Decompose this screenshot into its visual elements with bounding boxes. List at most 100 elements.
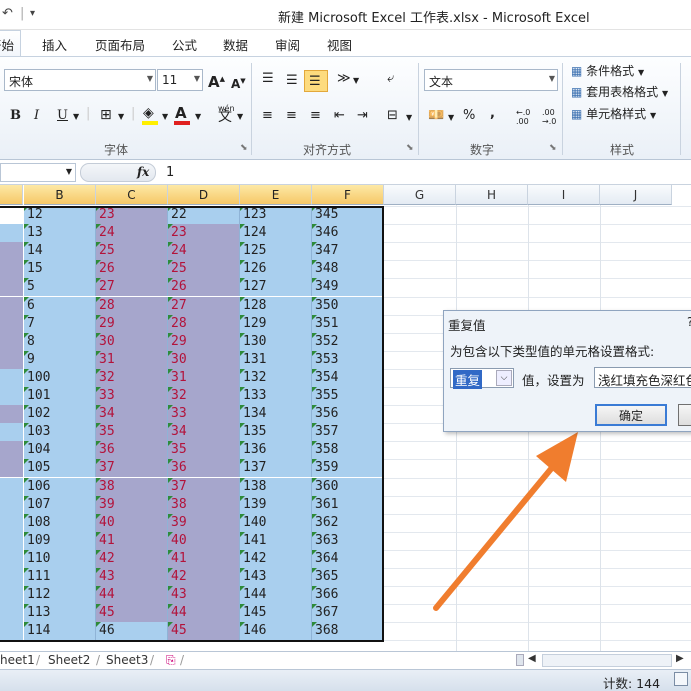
sheet-tab-3[interactable]: Sheet3 bbox=[106, 653, 148, 667]
borders-icon[interactable]: ⊞ bbox=[100, 106, 112, 124]
chevron-down-icon[interactable]: ▼ bbox=[448, 109, 454, 127]
column-header-h[interactable]: H bbox=[456, 185, 528, 205]
name-box[interactable]: ▼ bbox=[0, 163, 76, 182]
percent-button[interactable]: % bbox=[463, 107, 475, 125]
font-name-select[interactable]: 宋体 ▼ bbox=[4, 69, 156, 91]
qa-customize-icon[interactable]: ▾ bbox=[30, 8, 35, 19]
column-header-f[interactable]: F bbox=[312, 185, 384, 205]
tab-page-layout[interactable]: 页面布局 bbox=[95, 35, 145, 54]
horizontal-scrollbar[interactable] bbox=[542, 654, 672, 667]
cell-styles-button[interactable]: ▦ 单元格样式 ▼ bbox=[571, 105, 656, 125]
normal-view-icon[interactable] bbox=[674, 672, 688, 686]
insert-function-button[interactable]: fx bbox=[137, 165, 149, 179]
chevron-down-icon[interactable]: ▼ bbox=[406, 109, 412, 127]
cancel-button[interactable] bbox=[678, 404, 691, 426]
format-preset-select[interactable]: 浅红填充色深红色 bbox=[594, 367, 691, 388]
column-header-d[interactable]: D bbox=[168, 185, 240, 205]
align-center-icon[interactable]: ≡ bbox=[286, 107, 297, 125]
font-size-select[interactable]: 11 ▼ bbox=[157, 69, 203, 91]
currency-icon[interactable]: 💴 bbox=[428, 107, 444, 125]
formula-input[interactable]: 1 bbox=[166, 165, 174, 180]
row-gridline bbox=[384, 224, 691, 226]
dialog-launcher-icon[interactable]: ⬊ bbox=[240, 143, 248, 153]
font-color-button[interactable]: A bbox=[175, 104, 187, 122]
number-format-value: 文本 bbox=[429, 75, 454, 89]
tab-data[interactable]: 数据 bbox=[223, 35, 248, 54]
styles-group-label: 样式 bbox=[610, 143, 635, 157]
arrow-shaft bbox=[433, 455, 563, 611]
tab-review[interactable]: 审阅 bbox=[275, 35, 300, 54]
dialog-launcher-icon[interactable]: ⬊ bbox=[406, 143, 414, 153]
orientation-icon[interactable]: ≫ bbox=[337, 70, 351, 88]
decrease-decimal-button[interactable]: .00 →.0 bbox=[542, 108, 564, 126]
increase-decimal-button[interactable]: ←.0 .00 bbox=[516, 108, 538, 126]
chevron-down-icon[interactable]: ⌵ bbox=[496, 370, 512, 386]
wrap-text-icon[interactable]: ⤶ bbox=[387, 70, 394, 88]
chevron-down-icon[interactable]: ▼ bbox=[118, 108, 124, 126]
comma-button[interactable]: , bbox=[490, 105, 495, 123]
align-left-icon[interactable]: ≡ bbox=[262, 107, 273, 125]
group-separator bbox=[251, 63, 252, 155]
italic-button[interactable]: I bbox=[34, 107, 39, 125]
ribbon: 宋体 ▼ 11 ▼ A▲ A▼ B I U ▼ | ⊞ ▼ | ◈ ▼ A ▼ wé… bbox=[0, 56, 691, 160]
column-header-c[interactable]: C bbox=[96, 185, 168, 205]
group-separator bbox=[418, 63, 419, 155]
dialog-launcher-icon[interactable]: ⬊ bbox=[549, 143, 557, 153]
conditional-format-button[interactable]: ▦ 条件格式 ▼ bbox=[571, 62, 644, 82]
font-size-value: 11 bbox=[162, 73, 178, 87]
number-group-label: 数字 bbox=[470, 143, 495, 157]
window-title: 新建 Microsoft Excel 工作表.xlsx - Microsoft … bbox=[278, 11, 590, 26]
help-icon[interactable]: ? bbox=[687, 315, 691, 329]
chevron-down-icon[interactable]: ▼ bbox=[353, 72, 359, 90]
fill-color-icon[interactable]: ◈ bbox=[143, 104, 154, 122]
underline-button[interactable]: U bbox=[57, 107, 68, 125]
insert-sheet-icon[interactable]: ⎘ bbox=[166, 653, 176, 668]
grow-font-button[interactable]: A▲ bbox=[208, 70, 225, 91]
title-bar: ↶ | ▾ 新建 Microsoft Excel 工作表.xlsx - Micr… bbox=[0, 0, 691, 30]
shrink-font-button[interactable]: A▼ bbox=[231, 72, 246, 93]
set-format-label: 值，设置为 bbox=[522, 373, 585, 388]
scroll-right-icon[interactable]: ▶ bbox=[676, 653, 684, 664]
duplicate-type-select[interactable]: 重复 ⌵ bbox=[450, 368, 514, 389]
merge-center-icon[interactable]: ⊟ bbox=[387, 107, 398, 125]
chevron-down-icon[interactable]: ▼ bbox=[73, 108, 79, 126]
cell-styles-icon: ▦ bbox=[571, 107, 583, 121]
sheet-tab-1[interactable]: heet1 bbox=[0, 653, 35, 667]
chevron-down-icon[interactable]: ▼ bbox=[195, 108, 201, 126]
decrease-indent-icon[interactable]: ⇤ bbox=[334, 107, 345, 125]
cell-styles-label: 单元格样式 bbox=[586, 107, 647, 121]
column-header-b[interactable]: B bbox=[24, 185, 96, 205]
ok-button[interactable]: 确定 bbox=[595, 404, 667, 426]
ribbon-divider: | bbox=[86, 106, 91, 121]
tab-view[interactable]: 视图 bbox=[327, 35, 352, 54]
tab-insert[interactable]: 插入 bbox=[42, 35, 67, 54]
column-header-j[interactable]: J bbox=[600, 185, 672, 205]
tab-split-handle[interactable] bbox=[516, 654, 524, 666]
table-format-label: 套用表格格式 bbox=[586, 85, 659, 99]
align-top-icon[interactable]: ☰ bbox=[262, 70, 274, 88]
align-right-icon[interactable]: ≡ bbox=[310, 107, 321, 125]
column-header-i[interactable]: I bbox=[528, 185, 600, 205]
scroll-left-icon[interactable]: ◀ bbox=[528, 653, 536, 664]
status-bar: 计数: 144 bbox=[0, 669, 691, 691]
undo-icon[interactable]: ↶ bbox=[2, 6, 13, 21]
group-separator bbox=[680, 63, 681, 155]
bold-button[interactable]: B bbox=[10, 107, 21, 125]
sheet-tab-divider: / bbox=[36, 653, 41, 667]
chevron-down-icon[interactable]: ▼ bbox=[66, 167, 72, 176]
increase-indent-icon[interactable]: ⇥ bbox=[357, 107, 368, 125]
format-as-table-button[interactable]: ▦ 套用表格格式 ▼ bbox=[571, 83, 668, 103]
tab-formulas[interactable]: 公式 bbox=[172, 35, 197, 54]
ribbon-divider: | bbox=[131, 106, 136, 121]
chevron-down-icon[interactable]: ▼ bbox=[237, 108, 243, 126]
align-middle-icon[interactable]: ☰ bbox=[286, 72, 298, 90]
chevron-down-icon[interactable]: ▼ bbox=[162, 108, 168, 126]
column-header-a[interactable] bbox=[0, 185, 23, 205]
phonetic-button[interactable]: 文 bbox=[218, 108, 232, 126]
tab-home[interactable]: 开始 bbox=[0, 30, 22, 57]
column-header-e[interactable]: E bbox=[240, 185, 312, 205]
number-format-select[interactable]: 文本 ▼ bbox=[424, 69, 558, 91]
sheet-tab-2[interactable]: Sheet2 bbox=[48, 653, 90, 667]
arrow-head bbox=[536, 432, 578, 482]
column-header-g[interactable]: G bbox=[384, 185, 456, 205]
